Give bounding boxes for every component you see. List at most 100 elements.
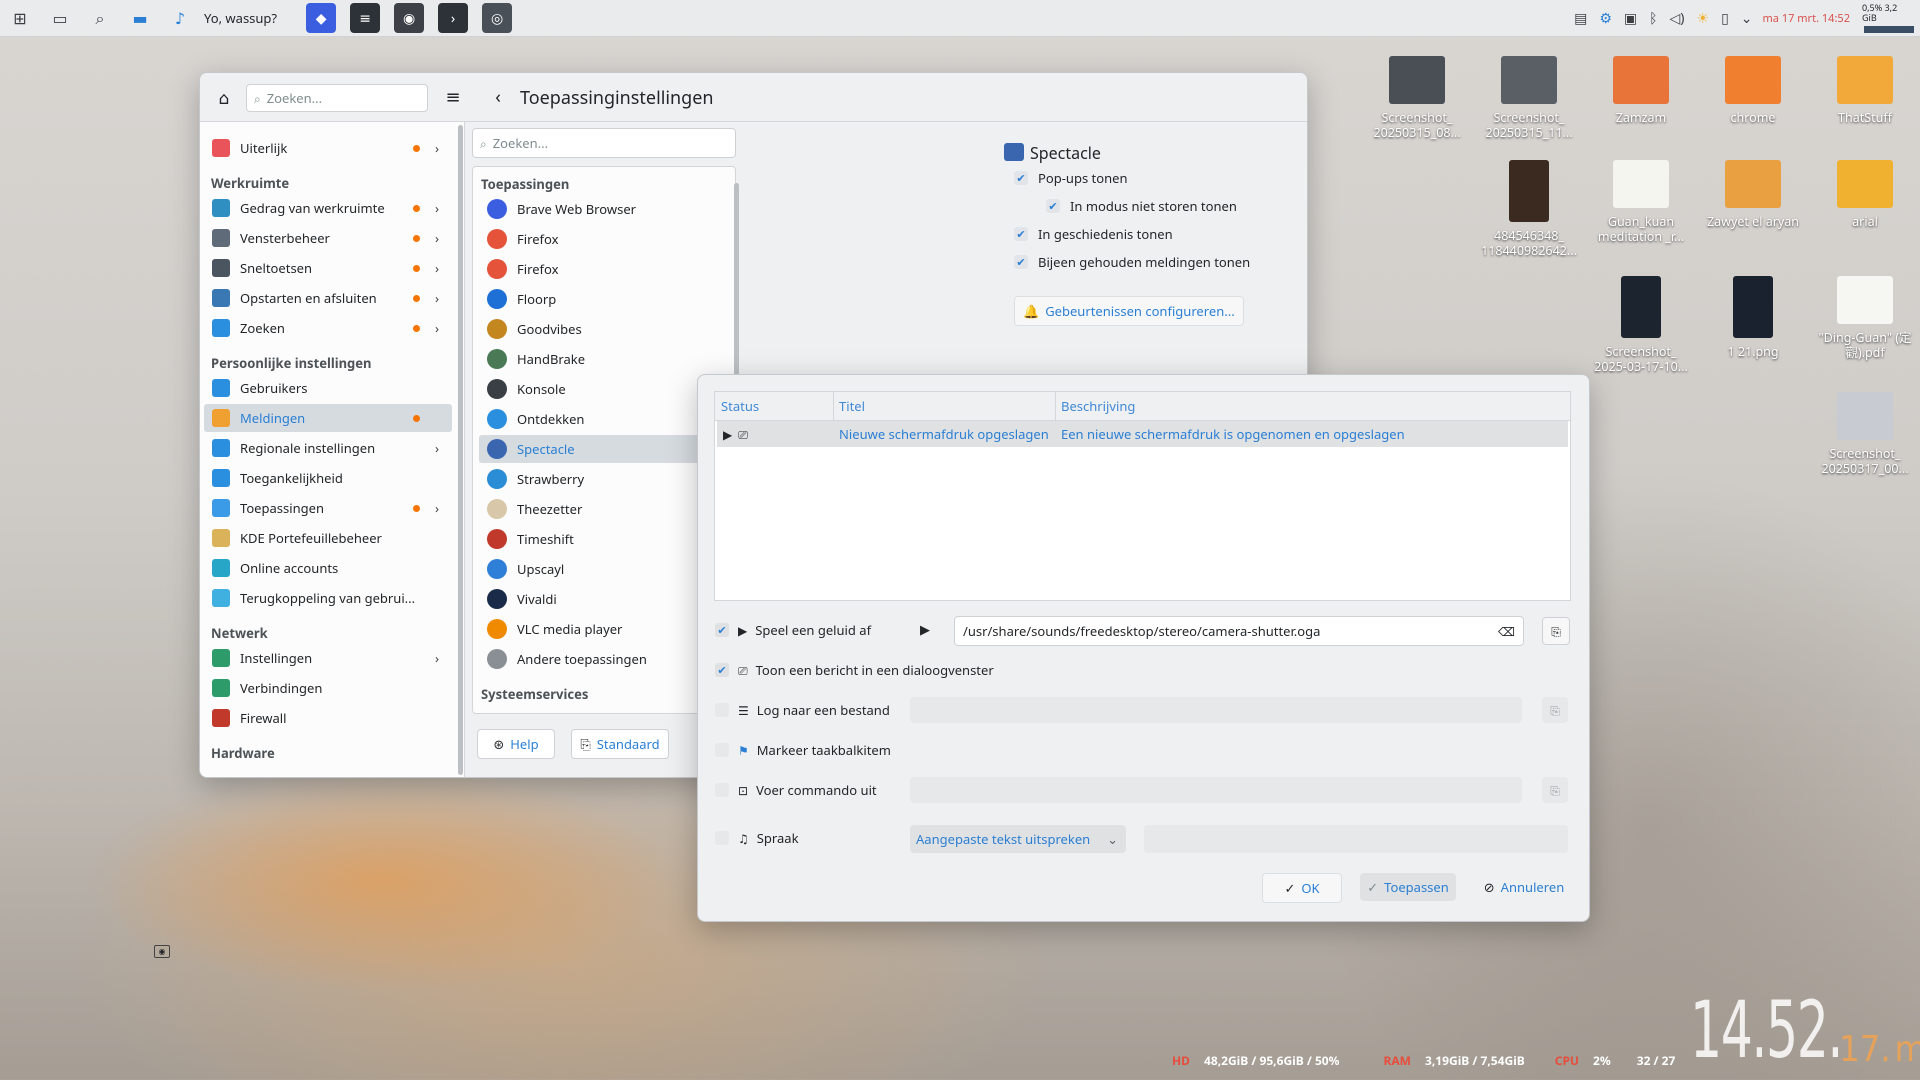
app-item-handbrake[interactable]: HandBrake [479,345,729,373]
sidebar-item-toepassingen[interactable]: Toepassingen › [204,494,452,522]
option-checkbox[interactable]: ✔ [1014,171,1028,186]
app-item-upscayl[interactable]: Upscayl [479,555,729,583]
volume-icon[interactable]: ◁) [1670,9,1685,28]
sidebar-item-vensterbeheer[interactable]: Vensterbeheer › [204,224,452,252]
cancel-button[interactable]: ⊘ Annuleren [1478,873,1570,901]
speech-checkbox[interactable] [715,831,729,845]
speech-text-input[interactable] [1144,825,1568,853]
chevron-down-icon[interactable]: ⌄ [1741,9,1753,28]
clipboard-icon[interactable]: ▣ [1624,9,1637,28]
battery-icon[interactable]: ▯ [1721,9,1729,28]
desktop-icon[interactable]: 1 21.png [1703,276,1803,359]
desktop-icon[interactable]: Screenshot_ 2025-03-17-10... [1591,276,1691,374]
desktop-icon[interactable]: 484546348_ 118440982642... [1479,160,1579,258]
brave-taskbar-icon[interactable]: ◆ [306,3,337,33]
sidebar-item-toegankelijkheid[interactable]: Toegankelijkheid [204,464,452,492]
option-checkbox[interactable]: ✔ [1014,227,1028,242]
sidebar-item-firewall[interactable]: Firewall [204,704,452,732]
screenshot-icon[interactable]: ▭ [46,4,74,32]
default-button[interactable]: ⎘ Standaard [571,729,669,759]
sound-path-input[interactable]: /usr/share/sounds/freedesktop/stereo/cam… [954,616,1524,646]
option-checkbox[interactable]: ✔ [1046,199,1060,214]
app-item-firefox[interactable]: Firefox [479,255,729,283]
app-item-timeshift[interactable]: Timeshift [479,525,729,553]
show-message-checkbox[interactable]: ✔ [715,663,729,678]
folder-icon[interactable]: ▬ [126,4,154,32]
option-checkbox[interactable]: ✔ [1014,255,1028,270]
desktop-icon[interactable]: "Ding-Guan" (定觀).pdf [1815,276,1915,360]
log-file-checkbox[interactable] [715,703,729,717]
desktop-icon[interactable]: Screenshot_ 20250315_11... [1479,56,1579,140]
bluetooth-icon[interactable]: ᛒ [1649,9,1657,28]
ok-button[interactable]: ✓ OK [1262,873,1342,903]
app-item-andere-toepassingen[interactable]: Andere toepassingen [479,645,729,673]
sidebar-item-zoeken[interactable]: Zoeken › [204,314,452,342]
run-command-input[interactable] [910,777,1522,803]
camera-taskbar-icon[interactable]: ◎ [482,3,513,33]
desktop-icon[interactable]: Guan_kuan meditation _r... [1591,160,1691,244]
app-item-vivaldi[interactable]: Vivaldi [479,585,729,613]
notification-option[interactable]: ✔ Bijeen gehouden meldingen tonen [1014,252,1250,272]
notification-option[interactable]: ✔ In geschiedenis tonen [1014,224,1173,244]
column-description[interactable]: Beschrijving [1061,392,1561,420]
spectacle-taskbar-icon[interactable]: ◉ [394,3,425,33]
settings-taskbar-icon[interactable]: ≡ [350,3,381,33]
desktop-icon[interactable]: Zamzam [1591,56,1691,125]
desktop-icon[interactable]: Screenshot_ 20250317_00... [1815,392,1915,476]
log-file-input[interactable] [910,697,1522,723]
sidebar-scrollbar[interactable] [458,125,463,775]
app-item-firefox[interactable]: Firefox [479,225,729,253]
desktop-camera-icon[interactable]: ◉ [154,945,170,958]
desktop-icon[interactable]: arial [1815,160,1915,229]
apply-button[interactable]: ✓ Toepassen [1360,873,1456,901]
sidebar-item-verbindingen[interactable]: Verbindingen [204,674,452,702]
desktop-icon[interactable]: ThatStuff [1815,56,1915,125]
desktop-icon[interactable]: chrome [1703,56,1803,125]
search-input[interactable]: ⌕ Zoeken... [246,84,428,112]
desktop-icon[interactable]: Screenshot_ 20250315_08... [1367,56,1467,140]
browse-command-button[interactable]: ⎘ [1542,777,1568,803]
app-item-spectacle[interactable]: Spectacle [479,435,729,463]
app-item-theezetter[interactable]: Theezetter [479,495,729,523]
pager-icon[interactable]: ⊞ [6,4,34,32]
hamburger-menu-icon[interactable]: ≡ [440,84,466,110]
sidebar-item-opstarten-en-afsluiten[interactable]: Opstarten en afsluiten › [204,284,452,312]
desktop-icon[interactable]: Zawyet el aryan [1703,160,1803,229]
app-item-floorp[interactable]: Floorp [479,285,729,313]
browse-log-button[interactable]: ⎘ [1542,697,1568,723]
configure-events-button[interactable]: 🔔 Gebeurtenissen configureren... [1014,296,1244,326]
sidebar-item-terugkoppeling-van-gebrui[interactable]: Terugkoppeling van gebrui... [204,584,452,612]
chat-icon[interactable]: ▤ [1574,9,1587,28]
sidebar-item-regionale-instellingen[interactable]: Regionale instellingen › [204,434,452,462]
run-command-checkbox[interactable] [715,783,729,797]
sidebar-item-online-accounts[interactable]: Online accounts [204,554,452,582]
app-item-brave-web-browser[interactable]: Brave Web Browser [479,195,729,223]
column-status[interactable]: Status [721,392,834,420]
home-icon[interactable]: ⌂ [212,85,236,109]
apps-search-input[interactable]: ⌕ Zoeken... [472,128,736,158]
notification-option[interactable]: ✔ Pop-ups tonen [1014,168,1128,188]
gear-icon[interactable]: ⚙ [1599,9,1612,28]
app-item-vlc-media-player[interactable]: VLC media player [479,615,729,643]
app-item-strawberry[interactable]: Strawberry [479,465,729,493]
konsole-taskbar-icon[interactable]: › [438,3,469,33]
sidebar-item-uiterlijk[interactable]: Uiterlijk › [204,134,452,162]
weather-icon[interactable]: ☀ [1697,9,1710,28]
search-doc-icon[interactable]: ⌕ [86,4,114,32]
help-button[interactable]: ⊛ Help [477,729,555,759]
sidebar-item-kde-portefeuillebeheer[interactable]: KDE Portefeuillebeheer [204,524,452,552]
browse-sound-button[interactable]: ⎘ [1542,617,1570,645]
play-sound-checkbox[interactable]: ✔ [715,623,729,638]
back-chevron-icon[interactable]: ‹ [486,85,510,109]
sidebar-item-instellingen[interactable]: Instellingen › [204,644,452,672]
sidebar-item-sneltoetsen[interactable]: Sneltoetsen › [204,254,452,282]
sidebar-item-gedrag-van-werkruimte[interactable]: Gedrag van werkruimte › [204,194,452,222]
sidebar-item-meldingen[interactable]: Meldingen [204,404,452,432]
music-note-icon[interactable]: ♪ [166,4,194,32]
clock[interactable]: ma 17 mrt. 14:52 [1763,11,1850,26]
app-item-goodvibes[interactable]: Goodvibes [479,315,729,343]
notification-option[interactable]: ✔ In modus niet storen tonen [1046,196,1237,216]
sidebar-item-gebruikers[interactable]: Gebruikers [204,374,452,402]
mark-taskbar-checkbox[interactable] [715,743,729,757]
preview-sound-button[interactable]: ▶ [912,616,938,642]
